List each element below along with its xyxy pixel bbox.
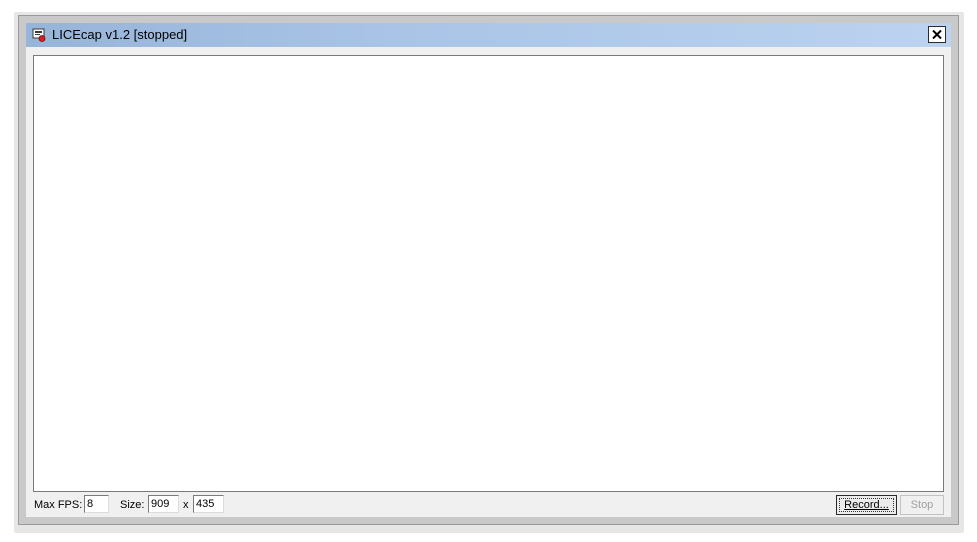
close-button[interactable] — [928, 26, 946, 43]
height-input[interactable] — [193, 495, 224, 513]
record-button[interactable]: Record... — [836, 495, 897, 515]
licecap-app-icon — [32, 28, 46, 42]
licecap-window: LICEcap v1.2 [stopped] Max FPS: Size: x … — [18, 15, 959, 525]
stop-button-label: Stop — [910, 498, 934, 511]
title-bar[interactable]: LICEcap v1.2 [stopped] — [26, 23, 951, 47]
window-title: LICEcap v1.2 [stopped] — [52, 27, 188, 42]
capture-region[interactable] — [33, 55, 944, 492]
size-separator: x — [183, 499, 189, 511]
window-frame: LICEcap v1.2 [stopped] Max FPS: Size: x … — [26, 23, 951, 517]
stop-button[interactable]: Stop — [900, 495, 944, 515]
max-fps-label: Max FPS: — [34, 499, 83, 511]
control-bar: Max FPS: Size: x Record... Stop — [26, 494, 951, 517]
max-fps-input[interactable] — [84, 495, 109, 513]
record-button-label: Record... — [844, 498, 889, 511]
width-input[interactable] — [148, 495, 179, 513]
close-icon — [932, 30, 942, 39]
size-label: Size: — [120, 499, 145, 511]
